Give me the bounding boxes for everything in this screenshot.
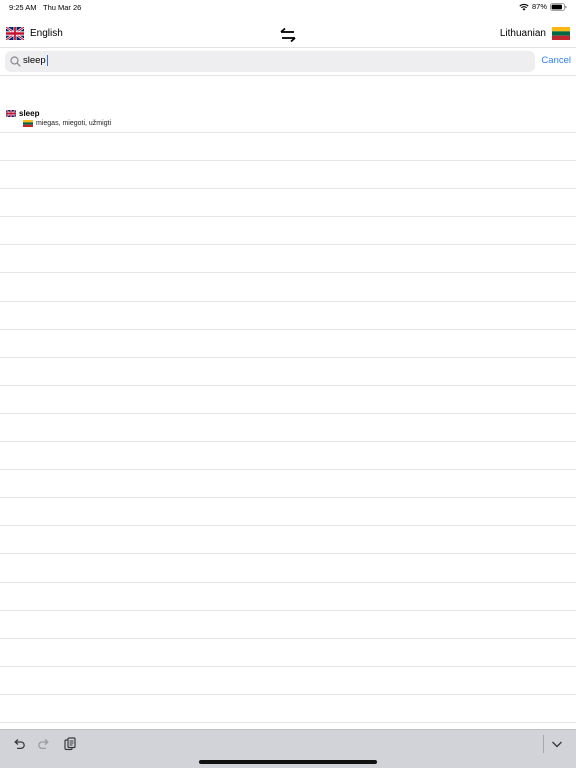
empty-list-row [0, 414, 576, 443]
target-language-label: Lithuanian [499, 28, 546, 39]
battery-percent: 87% [531, 2, 547, 11]
magnifier-icon [10, 56, 21, 67]
empty-list-row [0, 217, 576, 246]
search-input[interactable]: sleep [5, 51, 535, 72]
lithuania-flag-icon [552, 27, 570, 40]
results-list: sleep miegas, miegoti, užmigti [0, 105, 576, 723]
empty-list-row [0, 583, 576, 611]
empty-list-row [0, 470, 576, 499]
wifi-icon [519, 3, 529, 11]
empty-list-row [0, 498, 576, 527]
battery-icon [550, 2, 567, 11]
paste-icon[interactable] [63, 737, 77, 751]
empty-rows [0, 133, 576, 723]
empty-list-row [0, 526, 576, 555]
empty-list-row [0, 330, 576, 358]
status-bar: 9:25 AM Thu Mar 26 87% [0, 0, 576, 16]
empty-list-row [0, 639, 576, 667]
cancel-button[interactable]: Cancel [541, 55, 571, 66]
result-word: sleep [19, 109, 40, 118]
empty-list-row [0, 161, 576, 190]
empty-list-row [0, 273, 576, 302]
empty-list-row [0, 554, 576, 583]
search-bar: sleep Cancel [0, 48, 576, 76]
uk-flag-icon [6, 110, 16, 117]
home-indicator [199, 760, 377, 764]
target-language-button[interactable]: Lithuanian [500, 27, 570, 40]
source-language-label: English [30, 28, 63, 39]
undo-icon[interactable] [12, 737, 26, 751]
empty-list-row [0, 667, 576, 695]
empty-list-row [0, 189, 576, 218]
status-indicators: 87% [519, 2, 567, 11]
search-query: sleep [23, 55, 46, 66]
uk-flag-icon [6, 27, 24, 40]
toolbar-separator [543, 735, 544, 753]
redo-icon[interactable] [37, 737, 51, 751]
result-translation: miegas, miegoti, užmigti [36, 120, 112, 127]
empty-list-row [0, 133, 576, 162]
empty-list-row [0, 302, 576, 330]
text-cursor [46, 55, 48, 66]
status-date: Thu Mar 26 [43, 3, 82, 12]
empty-list-row [0, 611, 576, 639]
status-time: 9:25 AM [9, 3, 37, 12]
empty-list-row [0, 386, 576, 414]
swap-arrows-icon[interactable] [278, 27, 298, 43]
result-item[interactable]: sleep miegas, miegoti, užmigti [0, 105, 576, 133]
empty-list-row [0, 358, 576, 386]
empty-list-row [0, 695, 576, 723]
empty-list-row [0, 245, 576, 274]
chevron-down-icon[interactable] [550, 737, 564, 751]
source-language-button[interactable]: English [6, 27, 63, 40]
language-bar: English Lithuanian [0, 22, 576, 48]
empty-list-row [0, 442, 576, 471]
lithuania-flag-icon [23, 120, 33, 127]
